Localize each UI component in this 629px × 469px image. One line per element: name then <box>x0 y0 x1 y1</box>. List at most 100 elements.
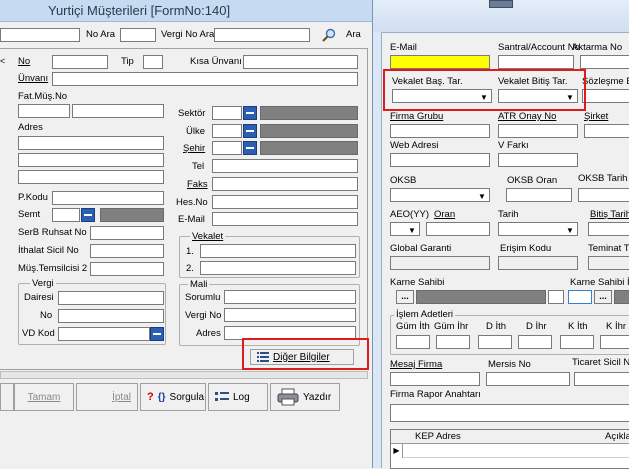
serb-ruhsat-no-input[interactable] <box>90 226 164 240</box>
adres-line-3[interactable] <box>18 170 164 184</box>
teminat-tu-input[interactable] <box>588 256 629 270</box>
chevron-down-icon[interactable]: ▼ <box>476 190 488 202</box>
ara-button[interactable]: Ara <box>318 26 370 44</box>
faks-input[interactable] <box>212 177 358 191</box>
unvani-input[interactable] <box>52 72 358 86</box>
yazdir-button[interactable]: Yazdır <box>270 383 340 411</box>
ulke-lookup-button[interactable] <box>243 124 257 138</box>
semt-lookup-button[interactable] <box>81 208 95 222</box>
vekalet-1-input[interactable] <box>200 244 356 258</box>
ithalat-sicil-no-input[interactable] <box>90 244 164 258</box>
top-left-input[interactable] <box>0 28 80 42</box>
chevron-down-icon[interactable]: ▼ <box>406 224 418 236</box>
sektor-lookup-button[interactable] <box>243 106 257 120</box>
adres-line-2[interactable] <box>18 153 164 167</box>
main-horizontal-scrollbar[interactable] <box>0 371 368 379</box>
atr-onay-no-input[interactable] <box>498 124 578 138</box>
sehir-lookup-button[interactable] <box>243 141 257 155</box>
vergi-no-ara-input[interactable] <box>214 28 310 42</box>
d-ihr-input[interactable] <box>518 335 552 349</box>
sozlesme-input[interactable] <box>582 89 629 103</box>
vekalet-2-input[interactable] <box>200 261 356 275</box>
kep-grid-row[interactable] <box>403 444 629 458</box>
kisa-unvani-input[interactable] <box>243 55 358 69</box>
e-mail-main-input[interactable] <box>212 212 358 226</box>
diger-bilgiler-popup: E-Mail Santral/Account No Aktarma No Vek… <box>372 0 629 469</box>
serb-ruhsat-no-label: SerB Ruhsat No <box>18 227 87 238</box>
k-ith-input[interactable] <box>560 335 594 349</box>
aeo-oran-input[interactable] <box>426 222 490 236</box>
ulke-input[interactable] <box>212 124 242 138</box>
sorumlu-input[interactable] <box>224 290 356 304</box>
oksb-oran-input[interactable] <box>506 188 572 202</box>
popup-e-mail-input[interactable] <box>390 55 490 69</box>
mesaj-firma-input[interactable] <box>390 372 480 386</box>
sehir-input[interactable] <box>212 141 242 155</box>
fat-mus-no-input-1[interactable] <box>18 104 70 118</box>
karne-sahibi-browse-button[interactable]: ... <box>396 290 414 304</box>
ara-label: Ara <box>346 29 361 40</box>
sorgula-button[interactable]: ?{} Sorgula <box>140 383 206 411</box>
oksb-tarih-input[interactable] <box>578 188 629 202</box>
sozlesme-label: Sözleşme B <box>582 76 629 87</box>
aeo-yy-select[interactable]: ▼ <box>390 222 420 236</box>
gum-ith-input[interactable] <box>396 335 430 349</box>
semt-input[interactable] <box>52 208 80 222</box>
aktarma-input[interactable] <box>580 55 629 69</box>
erisim-kodu-input[interactable] <box>498 256 578 270</box>
left-scroll-indicator[interactable]: < <box>0 56 5 66</box>
adres-line-1[interactable] <box>18 136 164 150</box>
firma-grubu-input[interactable] <box>390 124 490 138</box>
karne-sahibi-code-input[interactable] <box>548 290 564 304</box>
tel-label: Tel <box>192 161 205 172</box>
vekalet-2-label: 2. <box>186 263 194 274</box>
oksb-tarih-label: OKSB Tarih <box>578 173 628 184</box>
global-garanti-label: Global Garanti <box>390 243 452 254</box>
ulke-name-field <box>260 124 358 138</box>
log-button[interactable]: Log <box>208 383 268 411</box>
gum-ith-label: Güm İth <box>396 321 430 332</box>
mali-vergi-no-input[interactable] <box>224 308 356 322</box>
left-edge-button[interactable] <box>0 383 14 411</box>
bitis-tarihi-label: Bitiş Tarihi <box>590 209 629 220</box>
vd-kod-input[interactable] <box>58 327 150 341</box>
vergi-no-left-input[interactable] <box>58 309 164 323</box>
hes-no-input[interactable] <box>212 195 358 209</box>
popup-window-controls[interactable] <box>489 0 513 8</box>
p-kodu-input[interactable] <box>52 191 164 205</box>
gum-ihr-input[interactable] <box>436 335 470 349</box>
d-ith-input[interactable] <box>478 335 512 349</box>
mersis-no-input[interactable] <box>486 372 570 386</box>
aeo-tarih-input[interactable]: ▼ <box>498 222 578 236</box>
iptal-button[interactable]: İptal <box>76 383 138 411</box>
web-adresi-input[interactable] <box>390 153 490 167</box>
v-farki-input[interactable] <box>498 153 578 167</box>
aeo-yy-label: AEO(YY) <box>390 209 430 220</box>
bitis-tarihi-input[interactable] <box>588 222 629 236</box>
tip-input[interactable] <box>143 55 163 69</box>
karne-sahibi-il-browse-button[interactable]: ... <box>594 290 612 304</box>
no-ara-input[interactable] <box>120 28 156 42</box>
k-ihr-label: K İhr <box>606 321 627 332</box>
tel-input[interactable] <box>212 159 358 173</box>
firma-rapor-anahtari-input[interactable] <box>390 404 629 422</box>
kep-grid[interactable]: KEP Adres Açıklama ▶ <box>390 429 629 469</box>
diger-bilgiler-highlight <box>242 338 369 370</box>
karne-sahibi-il-input[interactable] <box>568 290 592 304</box>
dairesi-input[interactable] <box>58 291 164 305</box>
vd-kod-lookup-button[interactable] <box>150 327 164 341</box>
no-input[interactable] <box>52 55 108 69</box>
sirket-input[interactable] <box>584 124 629 138</box>
sektor-input[interactable] <box>212 106 242 120</box>
tamam-button[interactable]: Tamam <box>14 383 74 411</box>
santral-input[interactable] <box>498 55 574 69</box>
chevron-down-icon[interactable]: ▼ <box>564 224 576 236</box>
global-garanti-input[interactable] <box>390 256 490 270</box>
k-ith-label: K İth <box>568 321 588 332</box>
ticaret-sicil-no-input[interactable] <box>574 372 629 386</box>
fat-mus-no-input-2[interactable] <box>72 104 164 118</box>
k-ihr-input[interactable] <box>600 335 629 349</box>
oksb-select[interactable]: ▼ <box>390 188 490 202</box>
mus-temsilcisi-2-input[interactable] <box>90 262 164 276</box>
oran-label: Oran <box>434 209 456 220</box>
